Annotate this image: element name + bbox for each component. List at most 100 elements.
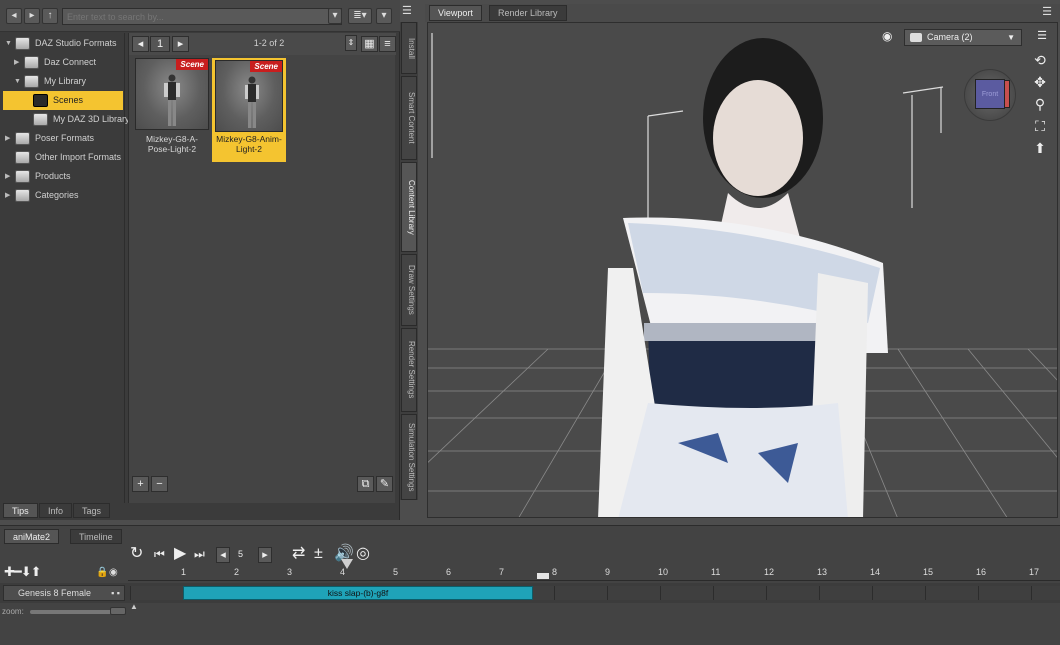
collapsed-arrow-icon[interactable]: ▶ [14,53,19,72]
back-icon[interactable]: ◂ [6,8,22,24]
orbit-icon[interactable]: ⟲ [1031,51,1049,69]
search-input[interactable] [62,8,342,25]
step-value[interactable]: 5 [238,549,243,559]
tree-item[interactable]: ▶ Categories [3,186,123,205]
tree-item[interactable]: ▶ Poser Formats [3,129,123,148]
copy-icon[interactable]: ⧉ [357,476,374,492]
track-cell[interactable] [766,586,819,600]
collapsed-arrow-icon[interactable]: ▶ [5,167,10,186]
page-input[interactable]: 1 [150,36,170,52]
step-back-icon[interactable]: ◂ [216,547,230,563]
tab-render-settings[interactable]: Render Settings [401,328,417,412]
pane-menu-icon[interactable]: ☰ [402,4,412,17]
tab-tips[interactable]: Tips [3,503,38,518]
tab-animate2[interactable]: aniMate2 [4,529,60,544]
ruler-tick: 3 [287,567,293,577]
ruler-tick: 7 [499,567,505,577]
forward-icon[interactable]: ▸ [24,8,40,24]
prev-page-icon[interactable]: ◂ [132,36,149,52]
track-cell[interactable] [660,586,713,600]
sort-icon[interactable]: ⇕ [345,35,357,51]
edit-icon[interactable]: ✎ [376,476,393,492]
play-icon[interactable]: ▶ [174,544,186,564]
expanded-arrow-icon[interactable]: ▼ [14,72,21,91]
next-page-icon[interactable]: ▸ [172,36,189,52]
page-count: 1-2 of 2 [253,38,285,48]
search-dropdown-icon[interactable]: ▾ [328,8,342,24]
view-cube-side[interactable] [1004,80,1010,108]
tab-smart-content[interactable]: Smart Content [401,76,417,160]
zoom-handle[interactable] [110,607,126,615]
tree-item[interactable]: ▼ DAZ Studio Formats [3,34,123,53]
expanded-arrow-icon[interactable]: ▼ [5,34,12,53]
track-cell[interactable] [819,586,872,600]
character-figure [598,38,888,517]
track-cell[interactable] [130,586,183,600]
tree-item[interactable]: ▶ Products [3,167,123,186]
add-remove-block-icons[interactable]: ✚━⬇⬆ [4,564,42,580]
content-item-0[interactable]: Scene Mizkey-G8-A-Pose-Light-2 [135,58,209,162]
viewport-options-icon[interactable]: ☰ [1037,29,1047,42]
skip-end-icon[interactable]: ⏭ [194,544,205,564]
draw-style-icon[interactable]: ◉ [882,29,892,43]
remove-button[interactable]: − [151,476,168,492]
tab-content-library[interactable]: Content Library [401,162,417,252]
tab-viewport[interactable]: Viewport [429,5,482,21]
view-cube-front[interactable]: Front [975,79,1005,109]
tree-item[interactable]: ▼ My Library [3,72,123,91]
track-options-icon[interactable]: ▪ ▪ [111,586,120,600]
animation-clip[interactable]: kiss slap-(b)-g8f [183,586,533,600]
collapsed-arrow-icon[interactable]: ▶ [5,129,10,148]
add-marker-icon[interactable]: ± [314,544,323,564]
end-marker[interactable] [537,573,549,579]
database-icon[interactable]: ≣▾ [348,8,372,24]
tree-item[interactable]: My DAZ 3D Library [3,110,130,129]
collapsed-arrow-icon[interactable]: ▶ [5,186,10,205]
up-icon[interactable]: ↑ [42,8,58,24]
add-button[interactable]: + [132,476,149,492]
tab-draw-settings[interactable]: Draw Settings [401,254,417,326]
track-cell[interactable] [1031,586,1060,600]
bake-icon[interactable]: ⇄ [292,544,305,564]
track-cell[interactable] [978,586,1031,600]
track-cell[interactable] [554,586,607,600]
settings-icon[interactable]: ◎ [356,544,370,564]
skip-start-icon[interactable]: ⏮ [154,544,165,564]
track-cell[interactable] [925,586,978,600]
tree-item[interactable]: Scenes [3,91,123,110]
track-cell[interactable] [872,586,925,600]
loop-icon[interactable]: ↻ [130,544,143,564]
bottom-tabs: Tips Info Tags [3,503,395,519]
grid-view-icon[interactable]: ▦ [361,36,378,52]
filter-icon[interactable]: ▾ [376,8,392,24]
reset-view-icon[interactable]: ⬆ [1031,139,1049,157]
tab-install[interactable]: Install [401,22,417,74]
visibility-icon[interactable]: ◉ [109,567,118,578]
track-cell[interactable] [607,586,660,600]
step-forward-icon[interactable]: ▸ [258,547,272,563]
time-ruler[interactable]: 1 2 3 4 5 6 7 8 9 10 11 12 13 14 15 16 17 [128,563,1060,581]
3d-viewport[interactable]: ◉ Camera (2) ▼ ☰ Front ⟲ ✥ ⚲ ⛶ ⬆ [427,22,1058,518]
tree-item[interactable]: ▶ Daz Connect [3,53,123,72]
tab-timeline[interactable]: Timeline [70,529,122,544]
frame-icon[interactable]: ⛶ [1031,117,1049,135]
view-cube[interactable]: Front [964,69,1016,121]
tab-tags[interactable]: Tags [73,503,111,518]
pan-icon[interactable]: ✥ [1031,73,1049,91]
list-view-icon[interactable]: ≡ [379,36,396,52]
ruler-tick: 9 [605,567,611,577]
viewport-menu-icon[interactable]: ☰ [1042,5,1052,18]
zoom-icon[interactable]: ⚲ [1031,95,1049,113]
track-label[interactable]: Genesis 8 Female ▪ ▪ [3,585,125,601]
ruler-tick: 13 [817,567,828,577]
tree-item-label: My Library [44,76,87,86]
track-cell[interactable] [713,586,766,600]
content-item-1[interactable]: Scene Mizkey-G8-Anim-Light-2 [212,58,286,162]
lock-icon[interactable]: 🔒 [96,567,108,578]
camera-select[interactable]: Camera (2) ▼ [904,29,1022,46]
playhead-icon[interactable] [341,559,353,569]
tab-render-library[interactable]: Render Library [489,5,567,21]
tab-simulation-settings[interactable]: Simulation Settings [401,414,417,500]
tree-item[interactable]: Other Import Formats [3,148,123,167]
tab-info[interactable]: Info [39,503,73,518]
